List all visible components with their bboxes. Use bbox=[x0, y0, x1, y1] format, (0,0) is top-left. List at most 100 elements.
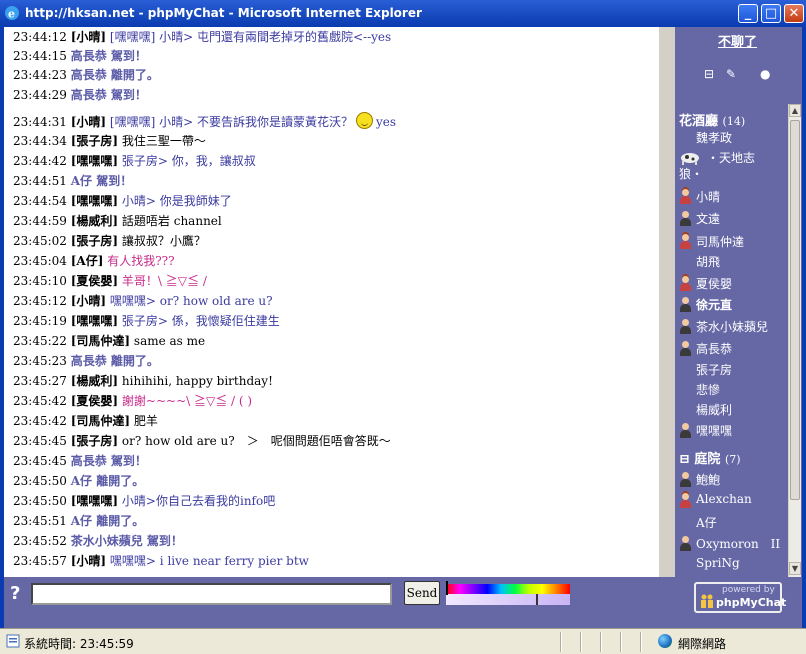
message-time: 23:45:22 bbox=[13, 334, 67, 348]
message-nick[interactable]: [小晴] bbox=[71, 30, 106, 44]
room-header[interactable]: ⊟ 庭院 (7) bbox=[679, 448, 741, 467]
user-name[interactable]: ・天地志狼・ bbox=[679, 150, 759, 182]
chat-message: 23:45:50 [嘿嘿嘿] 小晴>你自己去看我的info吧 bbox=[13, 492, 275, 512]
color-palette[interactable] bbox=[446, 584, 570, 594]
help-icon[interactable]: ? bbox=[10, 583, 20, 604]
message-nick[interactable]: [嘿嘿嘿] bbox=[71, 494, 118, 508]
message-nick[interactable]: [嘿嘿嘿] bbox=[71, 194, 118, 208]
svg-text:e: e bbox=[8, 8, 15, 21]
user-name[interactable]: Oxymoron II bbox=[696, 535, 780, 552]
user-name[interactable]: 鮑鮑 bbox=[696, 471, 720, 488]
message-text: 高長恭 駕到！ bbox=[70, 454, 147, 468]
window-frame-right bbox=[802, 27, 806, 628]
chat-message: 23:44:59 [楊威利] 話題唔岩 channel bbox=[13, 212, 222, 232]
message-text: 茶水小妹蘋兒 駕到！ bbox=[70, 534, 183, 548]
message-time: 23:44:12 bbox=[13, 30, 67, 44]
message-nick[interactable]: [張子房] bbox=[71, 234, 118, 248]
security-zone-label: 網際網路 bbox=[678, 637, 727, 651]
message-nick[interactable]: [楊威利] bbox=[71, 374, 118, 388]
minimize-button[interactable]: _ bbox=[738, 4, 758, 23]
female-user-icon bbox=[679, 189, 692, 205]
message-time: 23:45:10 bbox=[13, 274, 67, 288]
message-time: 23:44:15 bbox=[13, 49, 67, 63]
message-nick[interactable]: [司馬仲達] bbox=[71, 334, 130, 348]
message-nick[interactable]: [小晴] bbox=[71, 294, 106, 308]
status-dot-icon[interactable]: ● bbox=[760, 67, 770, 81]
leave-chat-link[interactable]: 不聊了 bbox=[718, 31, 757, 50]
male-user-icon bbox=[679, 211, 692, 227]
user-name[interactable]: 悲慘 bbox=[696, 381, 720, 398]
room-header[interactable]: 花酒廳 (14) bbox=[679, 110, 745, 129]
message-input[interactable] bbox=[31, 583, 392, 605]
message-text: 嘿嘿嘿> or? how old are u? bbox=[109, 294, 273, 308]
scroll-thumb[interactable] bbox=[790, 120, 800, 500]
color-picker[interactable] bbox=[446, 581, 570, 606]
user-name[interactable]: SpriNg bbox=[696, 556, 740, 570]
user-name[interactable]: 文遠 bbox=[696, 210, 720, 227]
message-nick[interactable]: [張子房] bbox=[71, 134, 118, 148]
chat-message: 23:45:52 茶水小妹蘋兒 駕到！ bbox=[13, 532, 183, 552]
male-user-icon bbox=[679, 319, 692, 335]
message-time: 23:45:27 bbox=[13, 374, 67, 388]
message-nick[interactable]: [夏侯嬰] bbox=[71, 394, 118, 408]
user-name[interactable]: 嘿嘿嘿 bbox=[696, 422, 732, 439]
message-nick[interactable]: [小晴] bbox=[71, 115, 106, 129]
room-name[interactable]: 庭院 bbox=[694, 452, 720, 467]
message-text: A仔 離開了。 bbox=[70, 474, 145, 488]
chat-message: 23:44:51 A仔 駕到！ bbox=[13, 172, 132, 192]
user-name[interactable]: 魏孝政 bbox=[696, 129, 732, 146]
collapse-icon[interactable]: ⊟ bbox=[704, 67, 714, 81]
message-nick[interactable]: [嘿嘿嘿] bbox=[71, 154, 118, 168]
message-time: 23:45:23 bbox=[13, 354, 67, 368]
message-nick[interactable]: [A仔] bbox=[71, 254, 104, 268]
chat-message: 23:45:45 [張子房] or? how old are u? ＞ 呢個問題… bbox=[13, 432, 391, 452]
chat-message: 23:45:04 [A仔] 有人找我??? bbox=[13, 252, 175, 272]
chat-message: 23:44:29 高長恭 駕到！ bbox=[13, 86, 147, 106]
user-name[interactable]: Alexchan bbox=[696, 492, 752, 506]
message-nick[interactable]: [楊威利] bbox=[71, 214, 118, 228]
user-name[interactable]: 徐元直 bbox=[696, 296, 732, 313]
male-user-icon bbox=[679, 472, 692, 488]
scroll-down-arrow-icon[interactable]: ▼ bbox=[789, 562, 801, 575]
maximize-button[interactable]: □ bbox=[761, 4, 781, 23]
close-button[interactable]: ✕ bbox=[784, 4, 804, 23]
message-text: 張子房> 你，我，讓叔叔 bbox=[121, 154, 256, 168]
collapse-room-icon[interactable]: ⊟ bbox=[679, 452, 694, 467]
color-shade-bar[interactable] bbox=[446, 594, 570, 605]
message-nick[interactable]: [小晴] bbox=[71, 554, 106, 568]
message-text: 謝謝~~~~\ ≧▽≦ / ( ) bbox=[121, 394, 253, 408]
message-text: 嘿嘿嘿> i live near ferry pier btw bbox=[109, 554, 309, 568]
user-name[interactable]: 楊威利 bbox=[696, 401, 732, 418]
message-nick[interactable]: [張子房] bbox=[71, 434, 118, 448]
message-nick[interactable]: [嘿嘿嘿] bbox=[71, 314, 118, 328]
room-name[interactable]: 花酒廳 bbox=[679, 114, 718, 129]
status-divider bbox=[560, 632, 561, 652]
scroll-up-arrow-icon[interactable]: ▲ bbox=[789, 104, 801, 117]
user-name[interactable]: 張子房 bbox=[696, 361, 732, 378]
message-nick[interactable]: [司馬仲達] bbox=[71, 414, 130, 428]
chat-message: 23:44:31 [小晴] [嘿嘿嘿] 小晴> 不要告訴我你是讀蒙黃花沃？ yes bbox=[13, 112, 396, 132]
edit-icon[interactable]: ✎ bbox=[726, 67, 736, 81]
user-name[interactable]: 司馬仲達 bbox=[696, 233, 744, 250]
message-time: 23:45:51 bbox=[13, 514, 67, 528]
window-title-bar: e http://hksan.net - phpMyChat - Microso… bbox=[0, 0, 806, 27]
phpmychat-logo[interactable]: powered by phpMyChat bbox=[694, 582, 786, 613]
message-time: 23:45:45 bbox=[13, 454, 67, 468]
room-user-count: (14) bbox=[722, 115, 746, 128]
user-name[interactable]: 胡飛 bbox=[696, 253, 720, 270]
female-user-icon bbox=[679, 493, 692, 509]
user-name[interactable]: 夏侯嬰 bbox=[696, 275, 732, 292]
user-list-scrollbar[interactable]: ▲ ▼ bbox=[788, 104, 801, 577]
message-time: 23:44:23 bbox=[13, 68, 67, 82]
message-text: [嘿嘿嘿] 小晴> 不要告訴我你是讀蒙黃花沃？ bbox=[109, 115, 353, 129]
chat-message: 23:45:45 高長恭 駕到！ bbox=[13, 452, 147, 472]
message-time: 23:45:45 bbox=[13, 434, 67, 448]
message-nick[interactable]: [夏侯嬰] bbox=[71, 274, 118, 288]
user-name[interactable]: 小晴 bbox=[696, 188, 720, 205]
chat-message: 23:44:23 高長恭 離開了。 bbox=[13, 66, 159, 86]
user-name[interactable]: 茶水小妹蘋兒 bbox=[696, 318, 768, 335]
message-time: 23:45:57 bbox=[13, 554, 67, 568]
user-name[interactable]: A仔 bbox=[696, 514, 717, 531]
send-button[interactable]: Send bbox=[404, 581, 440, 605]
user-name[interactable]: 高長恭 bbox=[696, 340, 732, 357]
